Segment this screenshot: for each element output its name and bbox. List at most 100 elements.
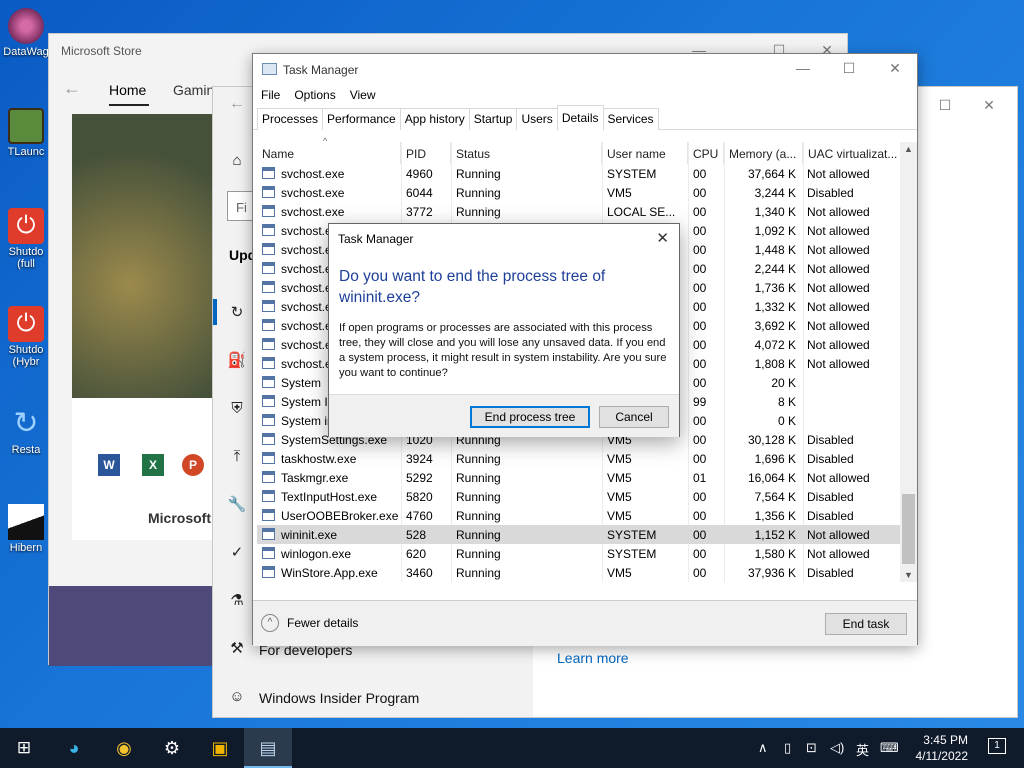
store-icon[interactable]: ▣ bbox=[196, 728, 244, 768]
learn-more-link[interactable]: Learn more bbox=[557, 650, 629, 666]
find-device-icon[interactable]: ⚗ bbox=[227, 591, 247, 611]
table-row[interactable]: winlogon.exe 620 Running SYSTEM 00 1,580 K Not… bbox=[257, 544, 901, 563]
process-icon bbox=[262, 509, 275, 521]
dialog-body: If open programs or processes are associ… bbox=[339, 322, 667, 379]
cell-mem: 30,128 K bbox=[747, 433, 796, 447]
tm-close-button[interactable]: ✕ bbox=[885, 58, 905, 78]
edge-icon[interactable]: ◕ bbox=[50, 728, 98, 768]
tab-users[interactable]: Users bbox=[516, 108, 558, 130]
column-header-status[interactable]: Status bbox=[451, 142, 602, 164]
table-row[interactable]: Taskmgr.exe 5292 Running VM5 01 16,064 K Not a… bbox=[257, 468, 901, 487]
tab-performance[interactable]: Performance bbox=[322, 108, 401, 130]
cell-user: VM5 bbox=[607, 186, 632, 200]
keyboard-icon[interactable]: ⌨ bbox=[880, 740, 899, 756]
settings-close-button[interactable]: ✕ bbox=[979, 95, 999, 115]
tab-app-history[interactable]: App history bbox=[399, 108, 470, 130]
task-manager-taskbar-icon[interactable]: ▤ bbox=[244, 728, 292, 768]
wrench-icon[interactable]: 🔧 bbox=[227, 495, 247, 515]
developer-icon[interactable]: ⚒ bbox=[227, 639, 247, 659]
desktop-icon-shutdown-full[interactable]: ⏻ Shutdo (full bbox=[0, 208, 52, 270]
process-icon bbox=[262, 167, 275, 179]
backup-icon[interactable]: ⤒ bbox=[227, 447, 247, 467]
process-icon bbox=[262, 376, 275, 388]
table-row[interactable]: UserOOBEBroker.exe 4760 Running VM5 00 1,356 … bbox=[257, 506, 901, 525]
store-office-banner[interactable]: W X P Microsoft bbox=[72, 398, 217, 540]
table-row[interactable]: wininit.exe 528 Running SYSTEM 00 1,152 K Not … bbox=[257, 525, 901, 544]
excel-icon: X bbox=[142, 454, 164, 476]
settings-gear-icon[interactable]: ⚙ bbox=[148, 728, 196, 768]
tm-tabs: Processes Performance App history Startu… bbox=[253, 105, 917, 131]
table-row[interactable]: svchost.exe 3772 Running LOCAL SE... 00 1,340… bbox=[257, 202, 901, 221]
process-icon bbox=[262, 490, 275, 502]
tab-services[interactable]: Services bbox=[602, 108, 659, 130]
cancel-button[interactable]: Cancel bbox=[599, 406, 669, 428]
tab-details[interactable]: Details bbox=[556, 105, 604, 131]
store-nav-gaming[interactable]: Gamin bbox=[173, 82, 214, 98]
start-button[interactable]: ⊞ bbox=[0, 728, 48, 768]
menu-file[interactable]: File bbox=[261, 88, 280, 102]
table-row[interactable]: taskhostw.exe 3924 Running VM5 00 1,696 K Disa… bbox=[257, 449, 901, 468]
process-icon bbox=[262, 414, 275, 426]
table-row[interactable]: WinStore.App.exe 3460 Running VM5 00 37,936 K… bbox=[257, 563, 901, 582]
tab-startup[interactable]: Startup bbox=[468, 108, 518, 130]
store-hero-image[interactable] bbox=[72, 114, 217, 398]
notification-count: 1 bbox=[994, 740, 1000, 751]
menu-view[interactable]: View bbox=[350, 88, 376, 102]
column-header-user-name[interactable]: User name bbox=[602, 142, 688, 164]
clock[interactable]: 3:45 PM 4/11/2022 bbox=[916, 732, 969, 764]
chevron-up-circle-icon[interactable]: ^ bbox=[261, 614, 279, 632]
ime-indicator[interactable]: 英 bbox=[856, 740, 869, 759]
cell-cpu: 00 bbox=[693, 452, 707, 466]
store-nav-home[interactable]: Home bbox=[109, 82, 146, 98]
scroll-down-icon[interactable]: ▼ bbox=[904, 570, 913, 580]
chrome-icon[interactable]: ◉ bbox=[100, 728, 148, 768]
update-icon[interactable]: ↻ bbox=[227, 303, 247, 323]
table-row[interactable]: svchost.exe 4960 Running SYSTEM 00 37,664 K No… bbox=[257, 164, 901, 183]
cell-uac: Not allowed bbox=[807, 224, 870, 238]
insider-icon[interactable]: ☺ bbox=[227, 687, 247, 707]
dialog-close-icon[interactable]: ✕ bbox=[656, 229, 669, 247]
vertical-scrollbar[interactable]: ▲ ▼ bbox=[900, 142, 917, 582]
tm-maximize-button[interactable]: ☐ bbox=[839, 58, 859, 78]
column-header-cpu[interactable]: CPU bbox=[688, 142, 724, 164]
table-row[interactable]: svchost.exe 6044 Running VM5 00 3,244 K Disabl… bbox=[257, 183, 901, 202]
column-header-memory[interactable]: Memory (a... bbox=[724, 142, 803, 164]
desktop-icon-label: Shutdo bbox=[8, 344, 44, 356]
cell-name: winlogon.exe bbox=[281, 547, 352, 561]
volume-icon[interactable]: ◁) bbox=[830, 740, 844, 756]
fewer-details-button[interactable]: Fewer details bbox=[287, 616, 358, 630]
desktop-icon-tlauncher[interactable]: TLaunc bbox=[0, 108, 52, 158]
desktop-icon-restart[interactable]: ↻ Resta bbox=[0, 406, 52, 456]
table-row[interactable]: TextInputHost.exe 5820 Running VM5 00 7,564 K… bbox=[257, 487, 901, 506]
chevron-up-icon[interactable]: ∧ bbox=[758, 740, 768, 756]
desktop-icon-shutdown-hybrid[interactable]: ⏻ Shutdo (Hybr bbox=[0, 306, 52, 368]
column-header-name[interactable]: Name bbox=[257, 142, 401, 164]
column-header-pid[interactable]: PID bbox=[401, 142, 451, 164]
end-process-tree-button[interactable]: End process tree bbox=[470, 406, 590, 428]
scrollbar-thumb[interactable] bbox=[902, 494, 915, 564]
end-process-tree-dialog[interactable]: Task Manager ✕ Do you want to end the pr… bbox=[328, 223, 680, 437]
column-header-uac[interactable]: UAC virtualizat... bbox=[803, 142, 901, 164]
delivery-icon[interactable]: ⛽ bbox=[227, 351, 247, 371]
network-icon[interactable]: ⊡ bbox=[806, 740, 817, 756]
home-icon[interactable]: ⌂ bbox=[227, 151, 247, 171]
tm-minimize-button[interactable]: — bbox=[793, 58, 813, 78]
tm-titlebar[interactable]: Task Manager — ☐ ✕ bbox=[253, 54, 917, 84]
settings-maximize-button[interactable]: ☐ bbox=[935, 95, 955, 115]
shield-icon[interactable]: ⛨ bbox=[227, 399, 247, 419]
notification-icon[interactable]: 1 bbox=[988, 738, 1006, 754]
back-arrow-icon[interactable]: ← bbox=[63, 78, 81, 99]
dialog-heading: Do you want to end the process tree of w… bbox=[339, 268, 606, 306]
scroll-up-icon[interactable]: ▲ bbox=[904, 144, 913, 154]
desktop-icon-hibernate[interactable]: Hibern bbox=[0, 504, 52, 554]
desktop-icon-datawag[interactable]: DataWag bbox=[0, 8, 52, 58]
activation-icon[interactable]: ✓ bbox=[227, 543, 247, 563]
process-icon bbox=[262, 566, 275, 578]
back-arrow-icon[interactable]: ← bbox=[229, 95, 245, 113]
tab-processes[interactable]: Processes bbox=[257, 108, 324, 130]
tm-bottom-bar: ^ Fewer details End task bbox=[253, 600, 917, 646]
menu-options[interactable]: Options bbox=[294, 88, 335, 102]
end-task-button[interactable]: End task bbox=[825, 613, 907, 635]
tablet-icon[interactable]: ▯ bbox=[784, 740, 791, 756]
sidebar-item-insider[interactable]: Windows Insider Program bbox=[259, 690, 419, 706]
